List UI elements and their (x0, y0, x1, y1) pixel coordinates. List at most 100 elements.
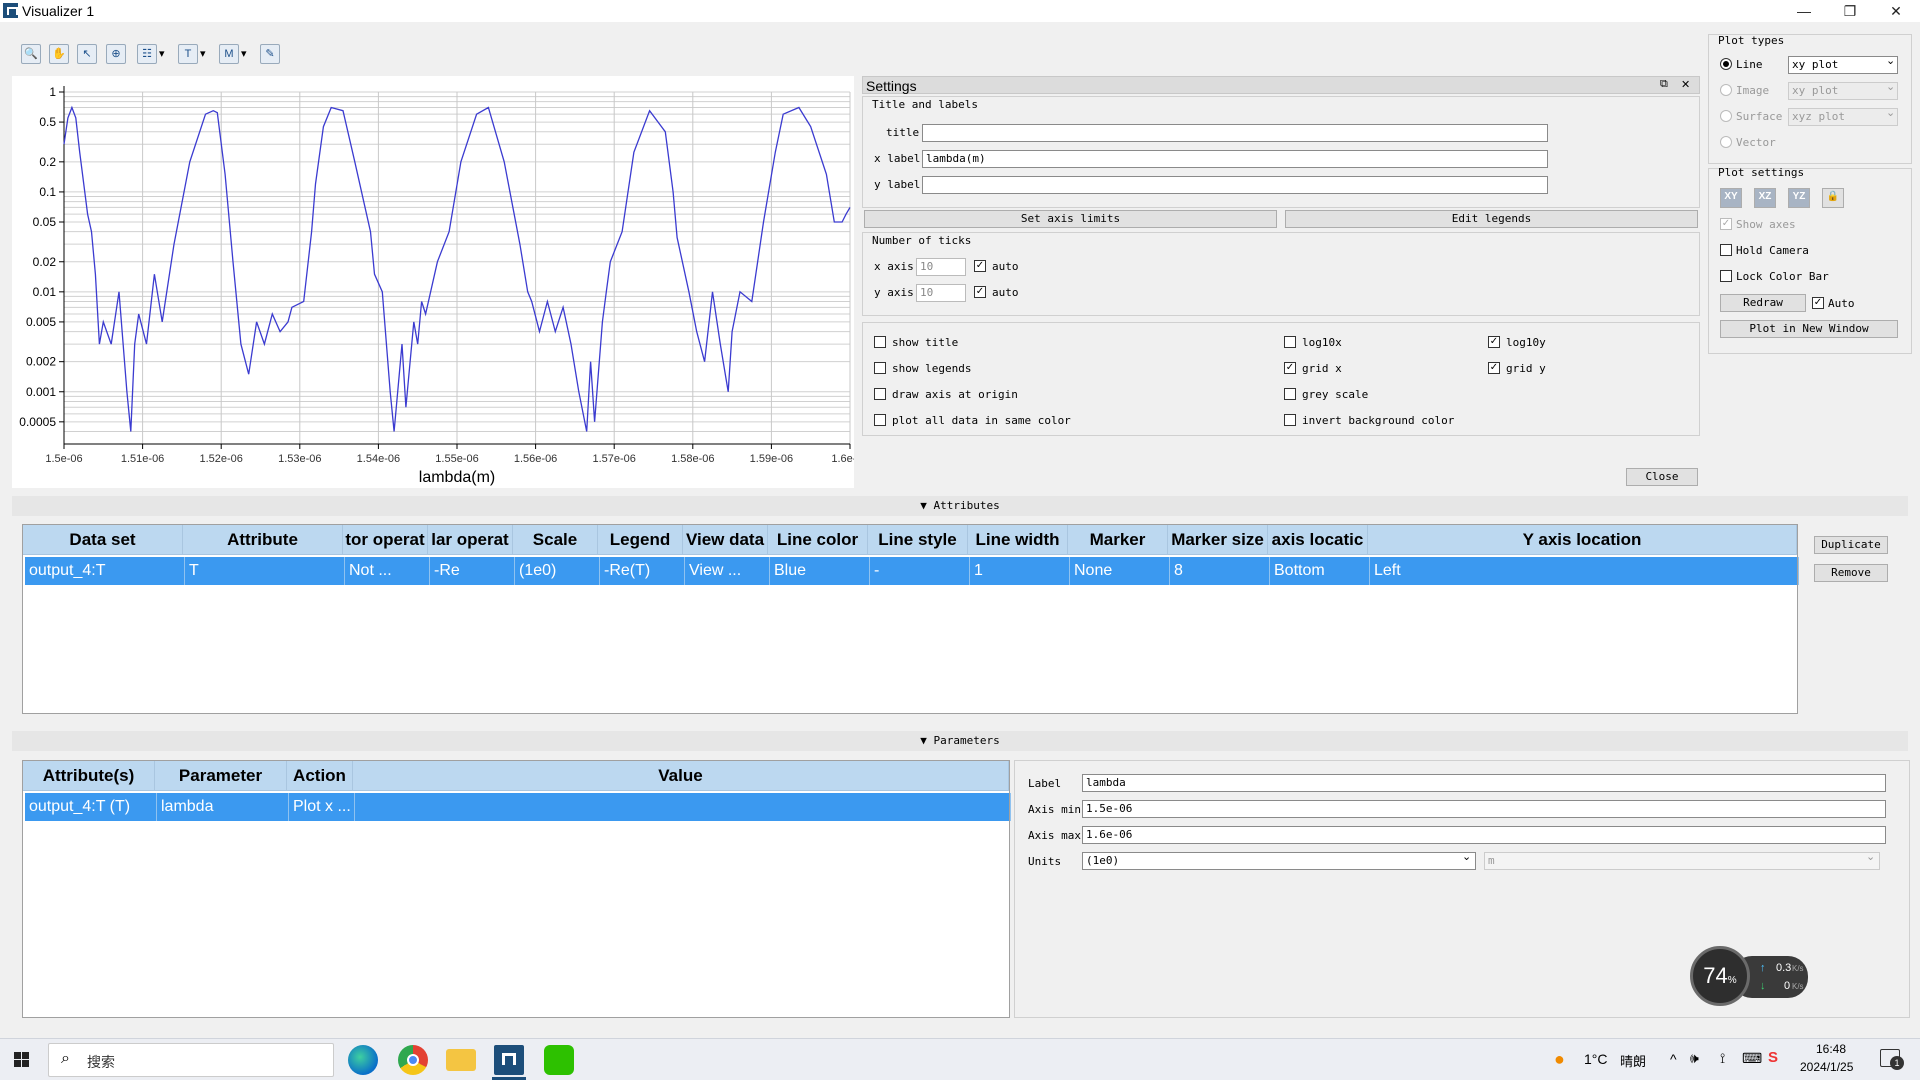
table-row[interactable]: output_4:T T Not ... -Re (1e0) -Re(T) View ...… (25, 557, 1799, 585)
table-cell[interactable]: lambda (157, 793, 289, 821)
attributes-header-3[interactable]: lar operat (428, 525, 513, 555)
restore-button[interactable]: ❐ (1827, 0, 1873, 22)
settings-close-button[interactable]: Close (1626, 468, 1698, 486)
line-radio[interactable] (1720, 58, 1732, 70)
attributes-header-0[interactable]: Data set (23, 525, 183, 555)
pencil-icon[interactable]: ✎ (260, 44, 280, 64)
chrome-browser-icon[interactable] (398, 1045, 428, 1075)
y-axis-ticks-stepper[interactable]: 10 (916, 284, 966, 302)
tray-chevron-up-icon[interactable]: ^ (1670, 1051, 1677, 1067)
view-dropdown-icon[interactable]: ▾ (159, 44, 165, 64)
grey-scale-checkbox[interactable] (1284, 388, 1296, 400)
clock-date[interactable]: 2024/1/25 (1800, 1060, 1853, 1074)
attributes-header-11[interactable]: Marker size (1168, 525, 1268, 555)
invert-bg-checkbox[interactable] (1284, 414, 1296, 426)
axis-min-input[interactable]: 1.5e-06 (1082, 800, 1886, 818)
unit-name-select[interactable]: m (1484, 852, 1880, 870)
remove-button[interactable]: Remove (1814, 564, 1888, 582)
parameters-header-0[interactable]: Attribute(s) (23, 761, 155, 791)
set-axis-limits-button[interactable]: Set axis limits (864, 210, 1277, 228)
yz-view-icon[interactable]: YZ (1788, 188, 1810, 208)
table-cell[interactable]: -Re(T) (600, 557, 685, 585)
line-type-select[interactable]: xy plot (1788, 56, 1898, 74)
x-axis-auto-checkbox[interactable]: ✓ (974, 260, 986, 272)
attributes-header-8[interactable]: Line style (868, 525, 968, 555)
parameters-header-3[interactable]: Value (353, 761, 1009, 791)
wechat-icon[interactable] (544, 1045, 574, 1075)
attributes-header-13[interactable]: Y axis location (1368, 525, 1797, 555)
table-cell[interactable]: None (1070, 557, 1170, 585)
visualizer-app-icon[interactable] (494, 1045, 524, 1075)
draw-axis-origin-checkbox[interactable] (874, 388, 886, 400)
parameters-header-1[interactable]: Parameter (155, 761, 287, 791)
table-cell[interactable]: T (185, 557, 345, 585)
y-label-input[interactable] (922, 176, 1548, 194)
attributes-header-1[interactable]: Attribute (183, 525, 343, 555)
plot-same-color-checkbox[interactable] (874, 414, 886, 426)
table-cell[interactable]: Bottom (1270, 557, 1370, 585)
attributes-header-5[interactable]: Legend (598, 525, 683, 555)
vector-radio[interactable] (1720, 136, 1732, 148)
network-widget[interactable]: ↑ 0.3 K/s ↓ 0 K/s 74% (1690, 946, 1810, 1008)
notification-icon[interactable]: 1 (1880, 1049, 1904, 1070)
show-legends-checkbox[interactable] (874, 362, 886, 374)
table-cell[interactable]: -Re (430, 557, 515, 585)
marker-tool-icon[interactable]: M (219, 44, 239, 64)
y-axis-auto-checkbox[interactable]: ✓ (974, 286, 986, 298)
hold-camera-checkbox[interactable] (1720, 244, 1732, 256)
text-dropdown-icon[interactable]: ▾ (200, 44, 206, 64)
show-title-checkbox[interactable] (874, 336, 886, 348)
table-cell[interactable]: Plot x ... (289, 793, 355, 821)
close-icon[interactable]: ✕ (1681, 78, 1690, 91)
attributes-header-4[interactable]: Scale (513, 525, 598, 555)
edit-legends-button[interactable]: Edit legends (1285, 210, 1698, 228)
table-cell[interactable]: output_4:T (25, 557, 185, 585)
axis-max-input[interactable]: 1.6e-06 (1082, 826, 1886, 844)
xy-view-icon[interactable]: XY (1720, 188, 1742, 208)
file-explorer-icon[interactable] (446, 1049, 476, 1071)
clock-time[interactable]: 16:48 (1816, 1042, 1846, 1056)
surface-type-select[interactable]: xyz plot (1788, 108, 1898, 126)
image-type-select[interactable]: xy plot (1788, 82, 1898, 100)
parameters-header-2[interactable]: Action (287, 761, 353, 791)
close-window-button[interactable]: ✕ (1873, 0, 1919, 22)
table-cell[interactable]: 8 (1170, 557, 1270, 585)
attributes-header-7[interactable]: Line color (768, 525, 868, 555)
zoom-region-icon[interactable]: ⊕ (106, 44, 126, 64)
taskbar-search-input[interactable]: ⌕ 搜索 (48, 1043, 334, 1077)
select-icon[interactable]: ↖ (77, 44, 97, 64)
attributes-header-2[interactable]: tor operat (343, 525, 428, 555)
attributes-section-bar[interactable]: ▼ Attributes (12, 496, 1908, 516)
x-axis-ticks-stepper[interactable]: 10 (916, 258, 966, 276)
duplicate-button[interactable]: Duplicate (1814, 536, 1888, 554)
x-label-input[interactable]: lambda(m) (922, 150, 1548, 168)
table-cell[interactable]: 1 (970, 557, 1070, 585)
attributes-header-12[interactable]: axis locatic (1268, 525, 1368, 555)
grid-y-checkbox[interactable]: ✓ (1488, 362, 1500, 374)
tray-app-s-icon[interactable]: S (1768, 1049, 1778, 1066)
edge-browser-icon[interactable] (348, 1045, 378, 1075)
attributes-header-10[interactable]: Marker (1068, 525, 1168, 555)
log10y-checkbox[interactable]: ✓ (1488, 336, 1500, 348)
param-label-input[interactable]: lambda (1082, 774, 1886, 792)
lock-color-bar-checkbox[interactable] (1720, 270, 1732, 282)
parameters-table[interactable]: Attribute(s) Parameter Action Value output_… (22, 760, 1011, 1018)
volume-icon[interactable]: 🕪 (1690, 1050, 1699, 1067)
table-cell[interactable]: (1e0) (515, 557, 600, 585)
table-cell[interactable]: Not ... (345, 557, 430, 585)
plot-new-window-button[interactable]: Plot in New Window (1720, 320, 1898, 338)
minimize-button[interactable]: — (1781, 0, 1827, 22)
float-icon[interactable]: ⧉ (1660, 78, 1668, 91)
log10x-checkbox[interactable] (1284, 336, 1296, 348)
lock-icon[interactable]: 🔒 (1822, 188, 1844, 208)
marker-dropdown-icon[interactable]: ▾ (241, 44, 247, 64)
plot-area[interactable]: 1.5e-06 1.51e-06 1.52e-06 1.53e-06 1.54e-06 1… (12, 76, 869, 488)
title-input[interactable] (922, 124, 1548, 142)
table-row[interactable]: output_4:T (T) lambda Plot x ... (25, 793, 1011, 821)
attributes-table[interactable]: Data set Attribute tor operat lar operat Sca… (22, 524, 1799, 714)
auto-redraw-checkbox[interactable]: ✓ (1812, 297, 1824, 309)
attributes-header-9[interactable]: Line width (968, 525, 1068, 555)
xz-view-icon[interactable]: XZ (1754, 188, 1776, 208)
pan-icon[interactable]: ✋ (49, 44, 69, 64)
table-cell[interactable]: Left (1370, 557, 1799, 585)
